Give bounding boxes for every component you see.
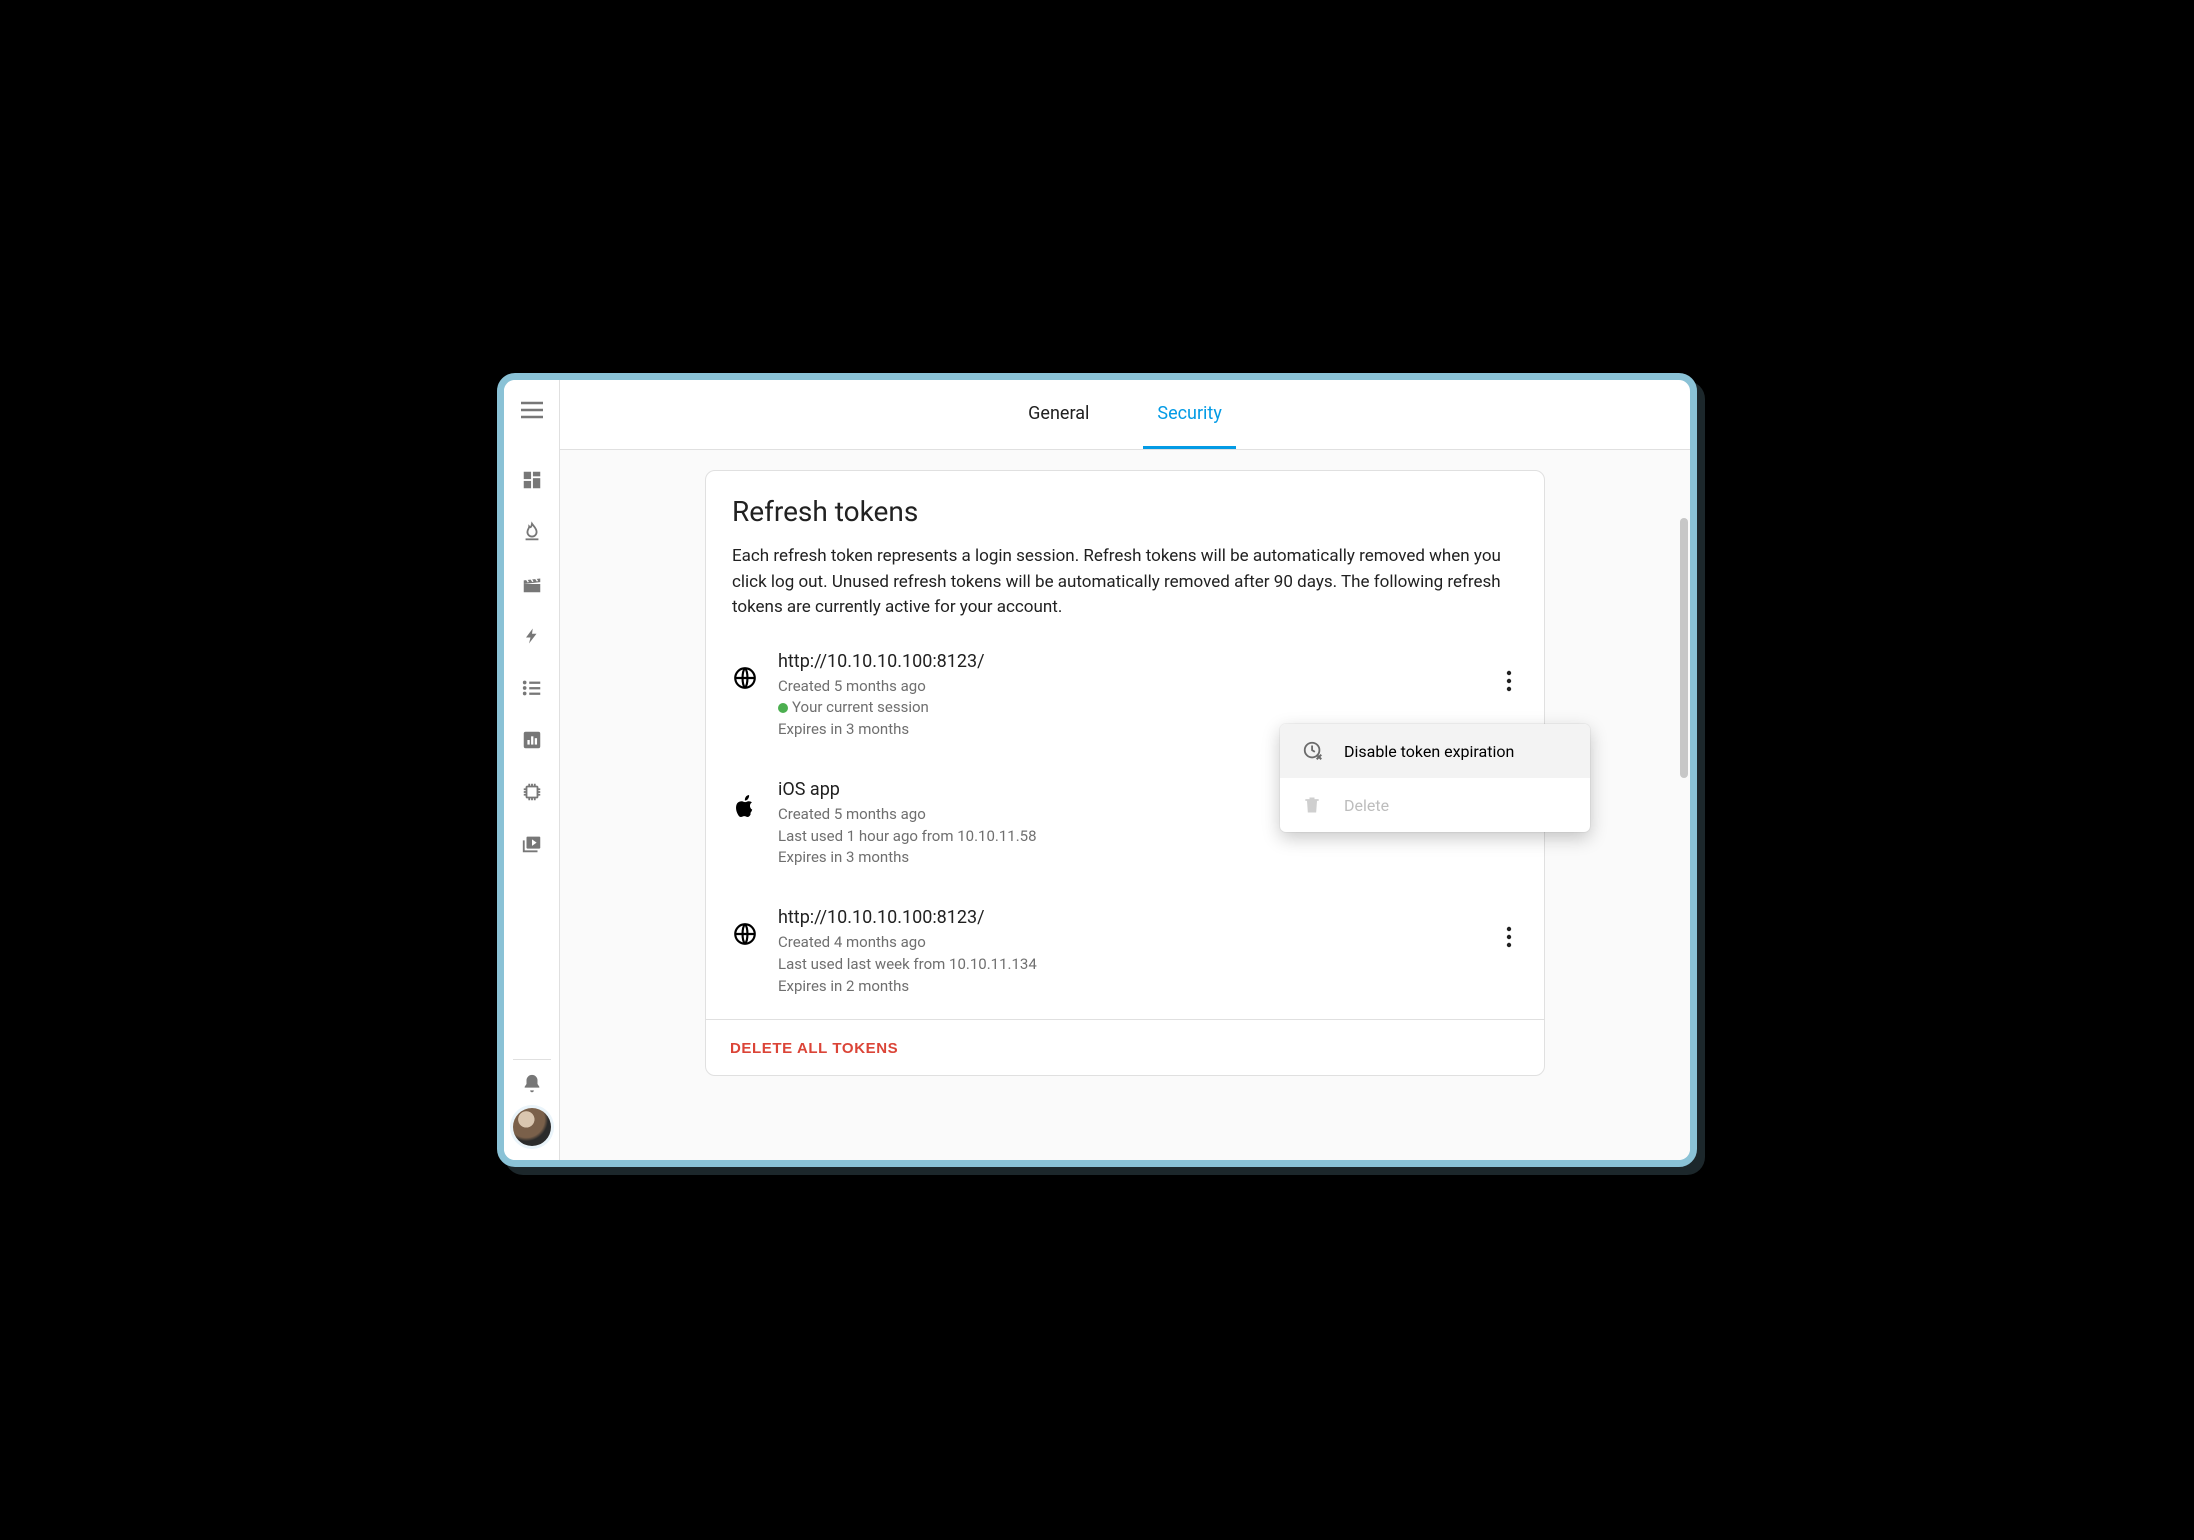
video-library-icon [521,833,543,855]
lightning-icon [523,623,541,649]
user-avatar[interactable] [513,1108,551,1146]
scrollbar-thumb[interactable] [1680,518,1688,778]
menu-item-label: Delete [1344,796,1389,815]
sidebar-item-automations[interactable] [520,624,544,648]
token-title: http://10.10.10.100:8123/ [778,907,1478,928]
sidebar [504,380,560,1160]
sidebar-item-list[interactable] [520,676,544,700]
token-current-session: Your current session [778,697,1478,719]
fire-icon [521,521,543,543]
globe-icon [732,921,762,947]
status-dot-icon [778,703,788,713]
token-row: http://10.10.10.100:8123/ Created 4 mont… [706,891,1544,1019]
list-icon [521,677,543,699]
sidebar-item-devices[interactable] [520,780,544,804]
chart-box-icon [521,729,543,751]
sidebar-item-energy[interactable] [520,520,544,544]
token-created: Created 5 months ago [778,676,1478,698]
token-menu-button[interactable] [1494,661,1524,701]
sidebar-bottom [513,1059,551,1160]
sidebar-item-media[interactable] [520,572,544,596]
menu-item-label: Disable token expiration [1344,742,1514,761]
token-body: http://10.10.10.100:8123/ Created 4 mont… [778,907,1478,997]
apple-icon [732,793,762,821]
menu-item-delete: Delete [1280,778,1590,832]
card-header: Refresh tokens Each refresh token repres… [706,471,1544,629]
tab-general[interactable]: General [1014,380,1103,449]
hamburger-icon [521,401,543,419]
menu-toggle-button[interactable] [512,390,552,430]
card-description: Each refresh token represents a login se… [732,544,1518,621]
sidebar-nav [520,440,544,1059]
token-created: Created 4 months ago [778,932,1478,954]
token-last-used: Last used last week from 10.10.11.134 [778,954,1478,976]
tab-bar: General Security [560,380,1690,450]
dashboard-icon [521,469,543,491]
notifications-button[interactable] [520,1072,544,1096]
token-context-menu: Disable token expiration Delete [1280,724,1590,832]
token-menu-button[interactable] [1494,917,1524,957]
sidebar-item-player[interactable] [520,832,544,856]
card-footer: Delete all tokens [706,1019,1544,1075]
sidebar-item-dashboard[interactable] [520,468,544,492]
card-title: Refresh tokens [732,495,1518,528]
sidebar-item-statistics[interactable] [520,728,544,752]
dots-vertical-icon [1506,926,1512,948]
app-window: General Security Refresh tokens Each ref… [497,373,1697,1167]
token-expires: Expires in 3 months [778,847,1524,869]
main-content: General Security Refresh tokens Each ref… [560,380,1690,1160]
token-expires: Expires in 2 months [778,976,1478,998]
content-scrollbar[interactable] [1680,458,1688,1150]
menu-item-disable-expiration[interactable]: Disable token expiration [1280,724,1590,778]
tab-security[interactable]: Security [1143,380,1235,449]
bell-icon [521,1073,543,1095]
globe-icon [732,665,762,691]
chip-icon [521,781,543,803]
clock-off-icon [1302,740,1324,762]
dots-vertical-icon [1506,670,1512,692]
trash-icon [1302,794,1324,816]
token-title: http://10.10.10.100:8123/ [778,651,1478,672]
clapperboard-icon [521,573,543,595]
delete-all-tokens-button[interactable]: Delete all tokens [730,1040,898,1057]
